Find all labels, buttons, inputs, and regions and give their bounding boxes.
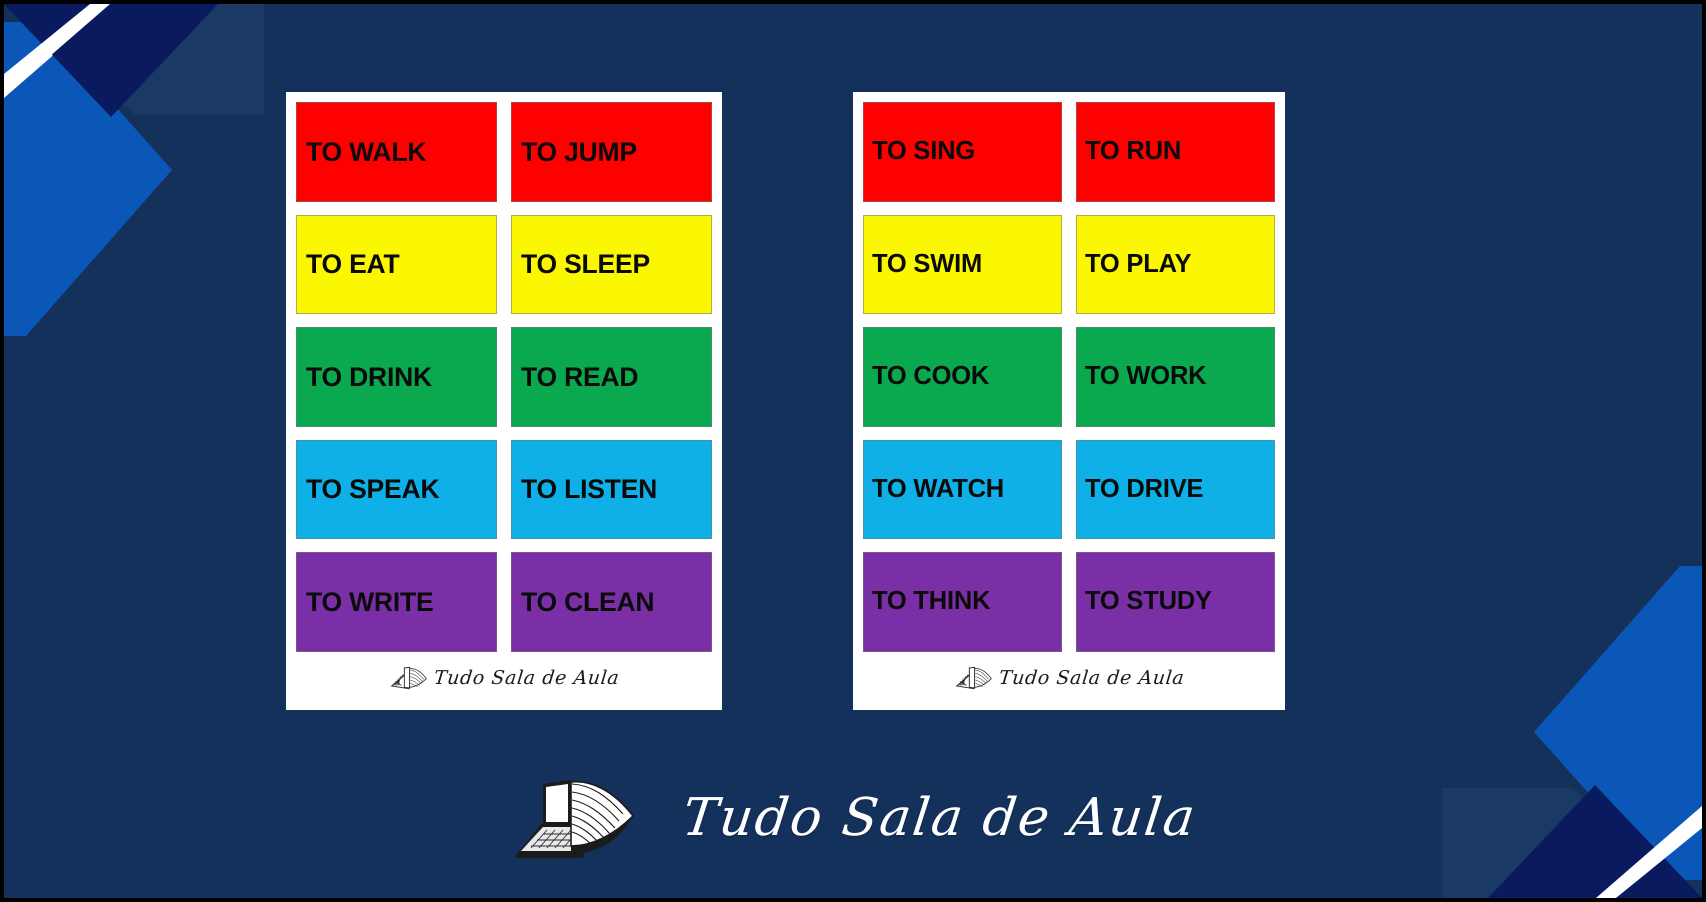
- verb-tile[interactable]: TO COOK: [863, 327, 1062, 427]
- verb-tile[interactable]: TO WALK: [296, 102, 497, 202]
- verb-tile[interactable]: TO WRITE: [296, 552, 497, 652]
- flashcard-sheet-right: TO SING TO RUN TO SWIM TO PLAY TO COOK T…: [853, 92, 1285, 710]
- verb-tile[interactable]: TO SING: [863, 102, 1062, 202]
- brand-name: Tudo Sala de Aula: [679, 788, 1201, 848]
- corner-shapes-icon: [4, 4, 264, 336]
- verb-tile[interactable]: TO WORK: [1076, 327, 1275, 427]
- verb-tile[interactable]: TO READ: [511, 327, 712, 427]
- flashcard-sheet-left: TO WALK TO JUMP TO EAT TO SLEEP TO DRINK…: [286, 92, 722, 710]
- verb-tile[interactable]: TO DRIVE: [1076, 439, 1275, 540]
- verb-tile[interactable]: TO SWIM: [863, 214, 1062, 315]
- open-book-icon: [390, 666, 427, 690]
- verb-tile[interactable]: TO CLEAN: [511, 552, 712, 652]
- verb-tile[interactable]: TO SLEEP: [511, 214, 712, 315]
- card-watermark-text: Tudo Sala de Aula: [432, 667, 621, 689]
- verb-tile[interactable]: TO LISTEN: [511, 439, 712, 540]
- brand-logo: Tudo Sala de Aula: [4, 774, 1702, 862]
- open-book-icon: [955, 666, 992, 690]
- verb-tile-grid-left: TO WALK TO JUMP TO EAT TO SLEEP TO DRINK…: [286, 92, 722, 652]
- card-watermark-right: Tudo Sala de Aula: [853, 652, 1285, 710]
- verb-tile[interactable]: TO EAT: [296, 214, 497, 315]
- verb-tile[interactable]: TO SPEAK: [296, 439, 497, 540]
- verb-tile[interactable]: TO PLAY: [1076, 214, 1275, 315]
- verb-tile[interactable]: TO THINK: [863, 552, 1062, 652]
- poster-canvas: TO WALK TO JUMP TO EAT TO SLEEP TO DRINK…: [0, 0, 1706, 902]
- laptop-open-book-icon: [515, 780, 635, 858]
- verb-tile[interactable]: TO DRINK: [296, 327, 497, 427]
- verb-tile[interactable]: TO WATCH: [863, 439, 1062, 540]
- card-watermark-text: Tudo Sala de Aula: [997, 667, 1186, 689]
- verb-tile[interactable]: TO RUN: [1076, 102, 1275, 202]
- corner-decoration-top-left: [4, 4, 264, 336]
- card-watermark-left: Tudo Sala de Aula: [286, 652, 722, 710]
- verb-tile[interactable]: TO STUDY: [1076, 552, 1275, 652]
- verb-tile[interactable]: TO JUMP: [511, 102, 712, 202]
- verb-tile-grid-right: TO SING TO RUN TO SWIM TO PLAY TO COOK T…: [853, 92, 1285, 652]
